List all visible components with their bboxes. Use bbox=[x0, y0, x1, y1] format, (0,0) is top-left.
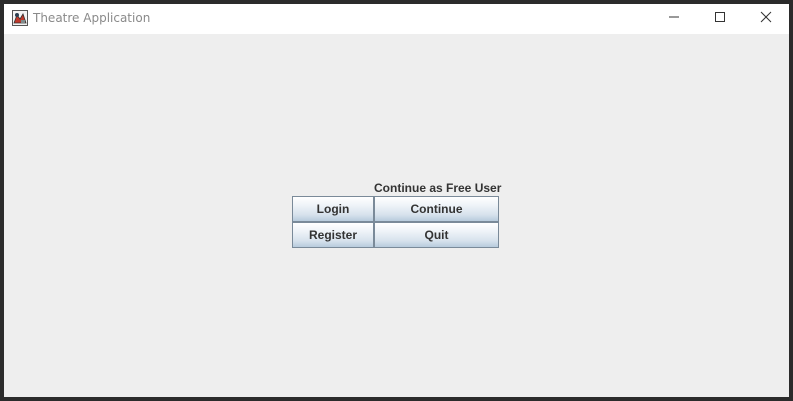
app-window: Theatre Application Continue as Free Use… bbox=[0, 0, 793, 401]
close-icon bbox=[760, 10, 772, 28]
continue-button[interactable]: Continue bbox=[374, 196, 499, 222]
theatre-app-icon bbox=[12, 10, 28, 26]
window-title: Theatre Application bbox=[33, 11, 151, 25]
continue-button-label: Continue bbox=[410, 202, 463, 216]
quit-button[interactable]: Quit bbox=[374, 222, 499, 248]
quit-button-label: Quit bbox=[424, 228, 449, 242]
maximize-icon bbox=[714, 10, 726, 28]
close-button[interactable] bbox=[743, 4, 789, 34]
login-button[interactable]: Login bbox=[292, 196, 374, 222]
register-button-label: Register bbox=[308, 228, 358, 242]
register-button[interactable]: Register bbox=[292, 222, 374, 248]
minimize-icon bbox=[668, 10, 680, 28]
free-user-label: Continue as Free User bbox=[374, 181, 502, 195]
title-bar[interactable]: Theatre Application bbox=[4, 4, 789, 34]
login-button-label: Login bbox=[316, 202, 350, 216]
maximize-button[interactable] bbox=[697, 4, 743, 34]
minimize-button[interactable] bbox=[651, 4, 697, 34]
main-panel: Continue as Free User Login Continue Reg… bbox=[4, 34, 789, 397]
